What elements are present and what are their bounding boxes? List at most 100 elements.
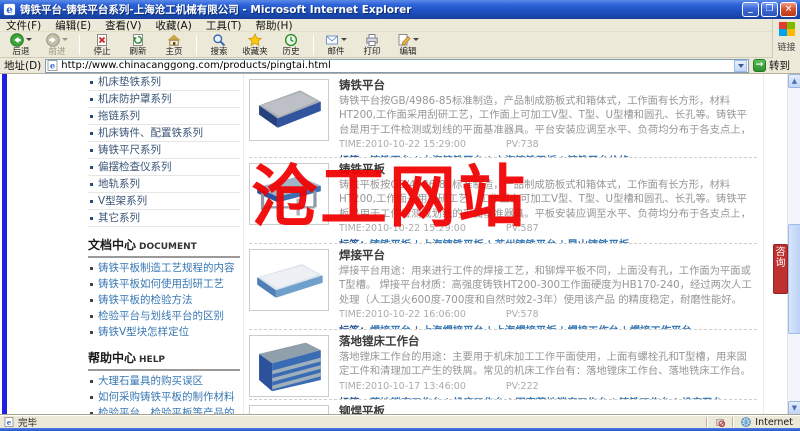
menu-help[interactable]: 帮助(H) xyxy=(255,18,292,33)
scrollbar-thumb[interactable] xyxy=(788,224,800,334)
menu-file[interactable]: 文件(F) xyxy=(6,18,41,33)
stop-button[interactable]: 停止 xyxy=(85,33,119,57)
tag-link[interactable]: 机床平台 xyxy=(681,397,722,399)
menu-favorites[interactable]: 收藏(A) xyxy=(155,18,191,33)
document-link[interactable]: 铸铁平板制造工艺规程的内容 xyxy=(88,260,240,276)
tag-link[interactable]: 落地镗床工作台 xyxy=(370,397,442,399)
tag-link[interactable]: 铸铁平台价格 xyxy=(567,155,629,157)
standard-buttons-toolbar: 后退 前进 停止 刷新 主页 xyxy=(0,32,772,58)
help-link[interactable]: 大理石量具的购买误区 xyxy=(88,373,240,389)
bullet-icon xyxy=(90,331,93,334)
address-dropdown-button[interactable] xyxy=(734,60,747,72)
sidebar-item-category[interactable]: 其它系列 xyxy=(88,210,240,227)
sidebar-item-category[interactable]: 拖链系列 xyxy=(88,108,240,125)
go-arrow-icon: → xyxy=(753,59,766,72)
tag-separator: | xyxy=(670,397,681,399)
help-link[interactable]: 检验平台、检验平板等产品的... xyxy=(88,405,240,415)
product-thumbnail[interactable] xyxy=(249,405,329,415)
sidebar-item-category[interactable]: 偏摆检查仪系列 xyxy=(88,159,240,176)
menu-view[interactable]: 查看(V) xyxy=(105,18,141,33)
help-link[interactable]: 如何采购铸铁平板的制作材料 xyxy=(88,389,240,405)
forward-button[interactable]: 前进 xyxy=(40,33,74,57)
product-thumbnail[interactable] xyxy=(249,79,329,141)
url-text[interactable]: http://www.chinacanggong.com/products/pi… xyxy=(61,60,731,71)
document-link[interactable]: 铸铁平板如何使用刮研工艺 xyxy=(88,276,240,292)
tag-link[interactable]: 上海焊接平台 xyxy=(422,325,484,329)
refresh-button[interactable]: 刷新 xyxy=(121,33,155,57)
back-button[interactable]: 后退 xyxy=(4,33,38,57)
bullet-icon xyxy=(90,267,93,270)
tag-link[interactable]: 苏州铸铁平台 xyxy=(495,239,557,243)
tag-link[interactable]: 上海铸铁平台 xyxy=(422,155,484,157)
mail-dropdown-icon[interactable] xyxy=(341,38,347,41)
tag-link[interactable]: 昆山铸铁平板 xyxy=(567,239,629,243)
tag-link[interactable]: 上海铸铁平板 xyxy=(422,239,484,243)
stop-icon xyxy=(95,33,109,47)
menu-tools[interactable]: 工具(T) xyxy=(206,18,242,33)
product-thumbnail[interactable] xyxy=(249,249,329,311)
go-button[interactable]: → 转到 xyxy=(753,58,796,73)
browser-right-rail: 链接 xyxy=(772,19,800,58)
sidebar-item-category[interactable]: 地轨系列 xyxy=(88,176,240,193)
product-tags: 标签：落地镗床工作台 | 机床工作台 | 固定落地镗床工作台 | 铸铁工作台 |… xyxy=(339,394,757,399)
tags-prefix-label: 标签： xyxy=(339,155,370,157)
category-label: 地轨系列 xyxy=(98,179,140,190)
close-button[interactable]: × xyxy=(780,2,797,17)
vertical-scrollbar[interactable]: ▲ ▼ xyxy=(787,74,800,415)
tag-link[interactable]: 铸铁平板 xyxy=(370,239,411,243)
document-link[interactable]: 铸铁平板的检验方法 xyxy=(88,292,240,308)
sidebar-item-category[interactable]: 机床垫铁系列 xyxy=(88,74,240,91)
tag-link[interactable]: 焊接平台 xyxy=(370,325,411,329)
back-dropdown-icon[interactable] xyxy=(26,38,32,41)
product-time: TIME:2010-10-22 15:29:00 xyxy=(339,139,466,150)
menu-edit[interactable]: 编辑(E) xyxy=(55,18,91,33)
scroll-up-button[interactable]: ▲ xyxy=(788,74,800,88)
sidebar-item-category[interactable]: V型架系列 xyxy=(88,193,240,210)
tag-link[interactable]: 机床工作台 xyxy=(453,397,504,399)
print-label: 打印 xyxy=(363,47,380,57)
address-input[interactable]: e http://www.chinacanggong.com/products/… xyxy=(45,59,749,73)
scroll-down-button[interactable]: ▼ xyxy=(788,401,800,415)
tag-link[interactable]: 焊接工作平台 xyxy=(630,325,692,329)
mail-button[interactable]: 邮件 xyxy=(319,33,353,57)
product-title-link[interactable]: 铆焊平板 xyxy=(339,405,757,415)
print-button[interactable]: 打印 xyxy=(355,33,389,57)
home-button[interactable]: 主页 xyxy=(157,33,191,57)
product-thumbnail[interactable] xyxy=(249,335,329,397)
tag-link[interactable]: 铸铁平台 xyxy=(370,155,411,157)
bullet-icon xyxy=(90,299,93,302)
product-thumbnail[interactable] xyxy=(249,163,329,225)
tag-link[interactable]: 上海铸铁平板 xyxy=(495,155,557,157)
forward-dropdown-icon[interactable] xyxy=(62,38,68,41)
product-title-link[interactable]: 落地镗床工作台 xyxy=(339,335,757,348)
product-title-link[interactable]: 铸铁平板 xyxy=(339,163,757,176)
history-button[interactable]: 历史 xyxy=(274,33,308,57)
product-entry: 落地镗床工作台 落地镗床工作台的用途：主要用于机床加工工作平面使用，上面有螺栓孔… xyxy=(249,330,757,400)
minimize-button[interactable]: _ xyxy=(742,2,759,17)
document-link[interactable]: 检验平台与划线平台的区别 xyxy=(88,308,240,324)
sidebar-item-category[interactable]: 机床防护罩系列 xyxy=(88,91,240,108)
edit-button[interactable]: 编辑 xyxy=(391,33,425,57)
consult-side-tab[interactable]: 咨询 xyxy=(773,244,788,294)
tag-separator: | xyxy=(484,325,495,329)
sidebar-item-category[interactable]: 铸铁平尺系列 xyxy=(88,142,240,159)
search-button[interactable]: 搜索 xyxy=(202,33,236,57)
product-title-link[interactable]: 铸铁平台 xyxy=(339,79,757,92)
edit-dropdown-icon[interactable] xyxy=(413,38,419,41)
history-clock-icon xyxy=(284,33,298,47)
document-link[interactable]: 铸铁V型块怎样定位 xyxy=(88,324,240,340)
tag-link[interactable]: 固定落地镗床工作台 xyxy=(515,397,608,399)
consult-label: 咨询 xyxy=(776,247,786,269)
sidebar-item-category[interactable]: 机床铸件、配置铁系列 xyxy=(88,125,240,142)
favorites-button[interactable]: 收藏夹 xyxy=(238,33,272,57)
tag-link[interactable]: 铸铁工作台 xyxy=(619,397,670,399)
bullet-icon xyxy=(90,81,93,84)
tag-link[interactable]: 焊接工作台 xyxy=(567,325,618,329)
tag-link[interactable]: 上海焊接平板 xyxy=(495,325,557,329)
refresh-label: 刷新 xyxy=(129,47,146,57)
document-center-header: 文档中心DOCUMENT xyxy=(88,231,240,258)
maximize-button[interactable]: ❐ xyxy=(761,2,778,17)
links-toolbar-label[interactable]: 链接 xyxy=(777,40,795,53)
document-link-label: 铸铁平板如何使用刮研工艺 xyxy=(98,279,224,290)
product-title-link[interactable]: 焊接平台 xyxy=(339,249,757,262)
